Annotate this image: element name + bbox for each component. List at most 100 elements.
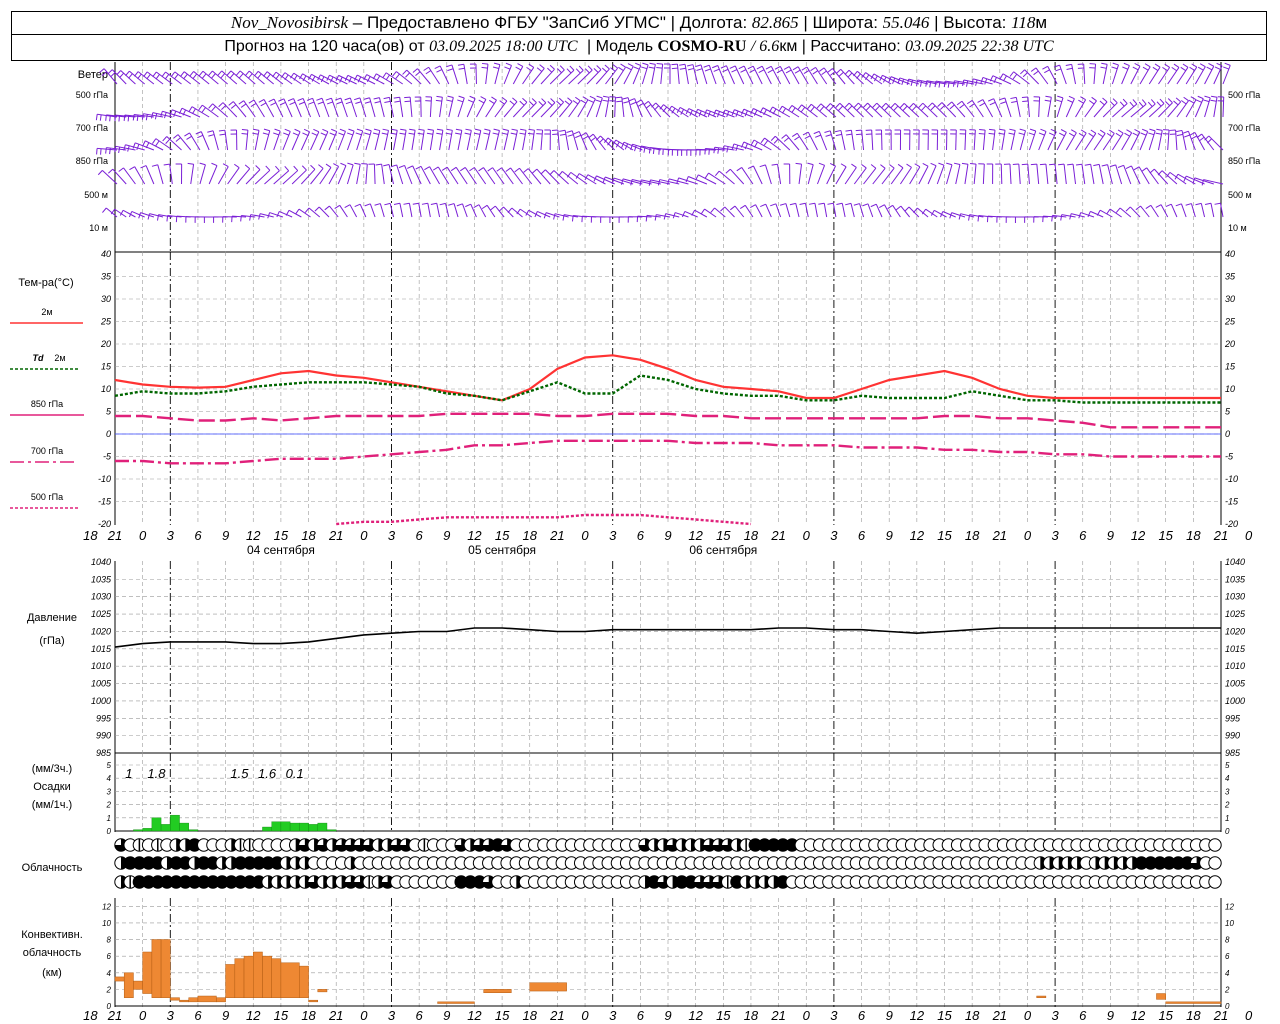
wind-barb-flag: [1134, 128, 1141, 133]
wind-barb: [481, 62, 489, 85]
wind-barb-shaft: [607, 137, 625, 151]
time-axis-hour-bottom: 18: [83, 1008, 98, 1023]
wind-barb-flag: [959, 103, 965, 109]
wind-barb-flag: [829, 162, 836, 167]
wind-barb-flag: [325, 163, 332, 168]
wind-barb-shaft: [283, 98, 293, 118]
wind-barb-flag: [109, 115, 111, 122]
wind-barb-shaft: [312, 98, 321, 118]
wind-barb-shaft: [795, 203, 800, 218]
wind-barb-flag: [526, 66, 532, 72]
wind-barb-flag: [478, 167, 484, 172]
wind-barb-flag: [336, 101, 343, 105]
wind-barb-shaft: [282, 170, 299, 185]
wind-barb-flag: [284, 74, 289, 81]
cloud-title: Облачность: [22, 862, 83, 874]
wind-barb: [434, 65, 450, 85]
wind-barb: [725, 168, 745, 185]
wind-barb-flag: [208, 134, 215, 137]
wind-barb-flag: [1156, 101, 1162, 107]
wind-barb-flag: [435, 99, 442, 102]
wind-barb: [118, 167, 136, 185]
wind-barb-flag: [902, 105, 908, 111]
wind-barb: [808, 202, 818, 218]
wind-barb: [374, 203, 385, 218]
wind-barb: [203, 216, 219, 223]
wind-barb-flag: [263, 128, 270, 132]
wind-barb: [865, 129, 874, 151]
wind-barb-flag: [836, 68, 842, 74]
wind-barb-flag: [97, 170, 103, 176]
wind-barb-flag: [469, 167, 475, 172]
wind-barb: [937, 102, 957, 118]
wind-barb-flag: [999, 128, 1006, 131]
wind-barb-shaft: [373, 163, 376, 185]
wind-barb: [875, 129, 883, 151]
precip-bar: [280, 821, 291, 832]
wind-barb-flag: [747, 65, 754, 70]
wind-barb-flag: [1154, 63, 1161, 68]
wind-barb-flag: [845, 129, 852, 132]
wind-barb-shaft: [411, 130, 416, 151]
wind-barb-flag: [493, 62, 500, 66]
wind-barb-shaft: [1176, 67, 1189, 85]
wind-barb-flag: [265, 165, 271, 171]
wind-barb-flag: [838, 71, 844, 77]
wind-barb-shaft: [1009, 164, 1012, 185]
wind-barb-flag: [1149, 168, 1155, 174]
wind-barb-flag: [211, 73, 216, 79]
wind-barb-flag: [779, 203, 787, 206]
wind-barb-flag: [119, 72, 125, 78]
temp-ytick-right: 15: [1225, 362, 1236, 372]
wind-barb-shaft: [814, 203, 818, 218]
wind-barb-flag: [346, 132, 353, 136]
wind-barb: [648, 62, 656, 85]
legend-t700-label: 700 гПа: [31, 446, 63, 456]
wind-barb-flag: [489, 99, 495, 104]
wind-barb-flag: [383, 96, 390, 100]
wind-barb-shaft: [621, 97, 625, 118]
wind-barb-flag: [504, 66, 511, 70]
time-axis-hour-top: 0: [1245, 528, 1253, 543]
wind-barb-flag: [436, 132, 443, 135]
pres-ytick-right: 1005: [1225, 679, 1246, 689]
wind-barb-flag: [961, 162, 969, 165]
wind-barb-flag: [1195, 202, 1202, 206]
wind-barb-flag: [1067, 163, 1074, 166]
wind-barb-flag: [274, 128, 281, 132]
convective-cloud-bar: [123, 972, 134, 998]
wind-barb-flag: [825, 103, 831, 109]
precip-bar: [317, 822, 328, 832]
precip-bar: [308, 824, 318, 832]
wind-barb: [720, 65, 735, 85]
wind-barb-flag: [340, 162, 347, 167]
wind-barb-flag: [844, 69, 850, 75]
wind-barb-flag: [189, 71, 194, 77]
wind-barb-flag: [356, 128, 363, 132]
prec-ytick-right: 0: [1225, 827, 1230, 836]
temp-ytick-left: 35: [101, 272, 112, 282]
wind-barb: [446, 95, 454, 118]
time-axis-hour-bottom: 0: [1245, 1008, 1253, 1023]
wind-barb: [501, 128, 510, 151]
wind-barb-flag: [704, 68, 711, 72]
wind-barb: [931, 129, 939, 151]
pres-ytick-left: 985: [96, 748, 112, 758]
wind-barb: [885, 129, 892, 151]
wind-barb-flag: [649, 62, 656, 65]
wind-barb: [1157, 170, 1178, 185]
time-axis-hour-bottom: 3: [388, 1008, 396, 1023]
time-axis-hour-bottom: 15: [937, 1008, 952, 1023]
wind-barb-shaft: [798, 164, 803, 185]
wind-barb-flag: [845, 202, 852, 206]
wind-barb-flag: [427, 128, 434, 131]
pres-ytick-left: 995: [96, 713, 112, 723]
wind-barb-shaft: [1111, 132, 1124, 151]
wind-barb-flag: [648, 66, 655, 69]
temp-ytick-right: 5: [1225, 407, 1231, 417]
wind-barb-flag: [834, 129, 842, 133]
wind-barb-flag: [927, 102, 933, 108]
time-axis-hour-bottom: 0: [803, 1008, 811, 1023]
time-axis-hour-bottom: 12: [246, 1008, 261, 1023]
wind-barb-shaft: [1045, 164, 1049, 185]
